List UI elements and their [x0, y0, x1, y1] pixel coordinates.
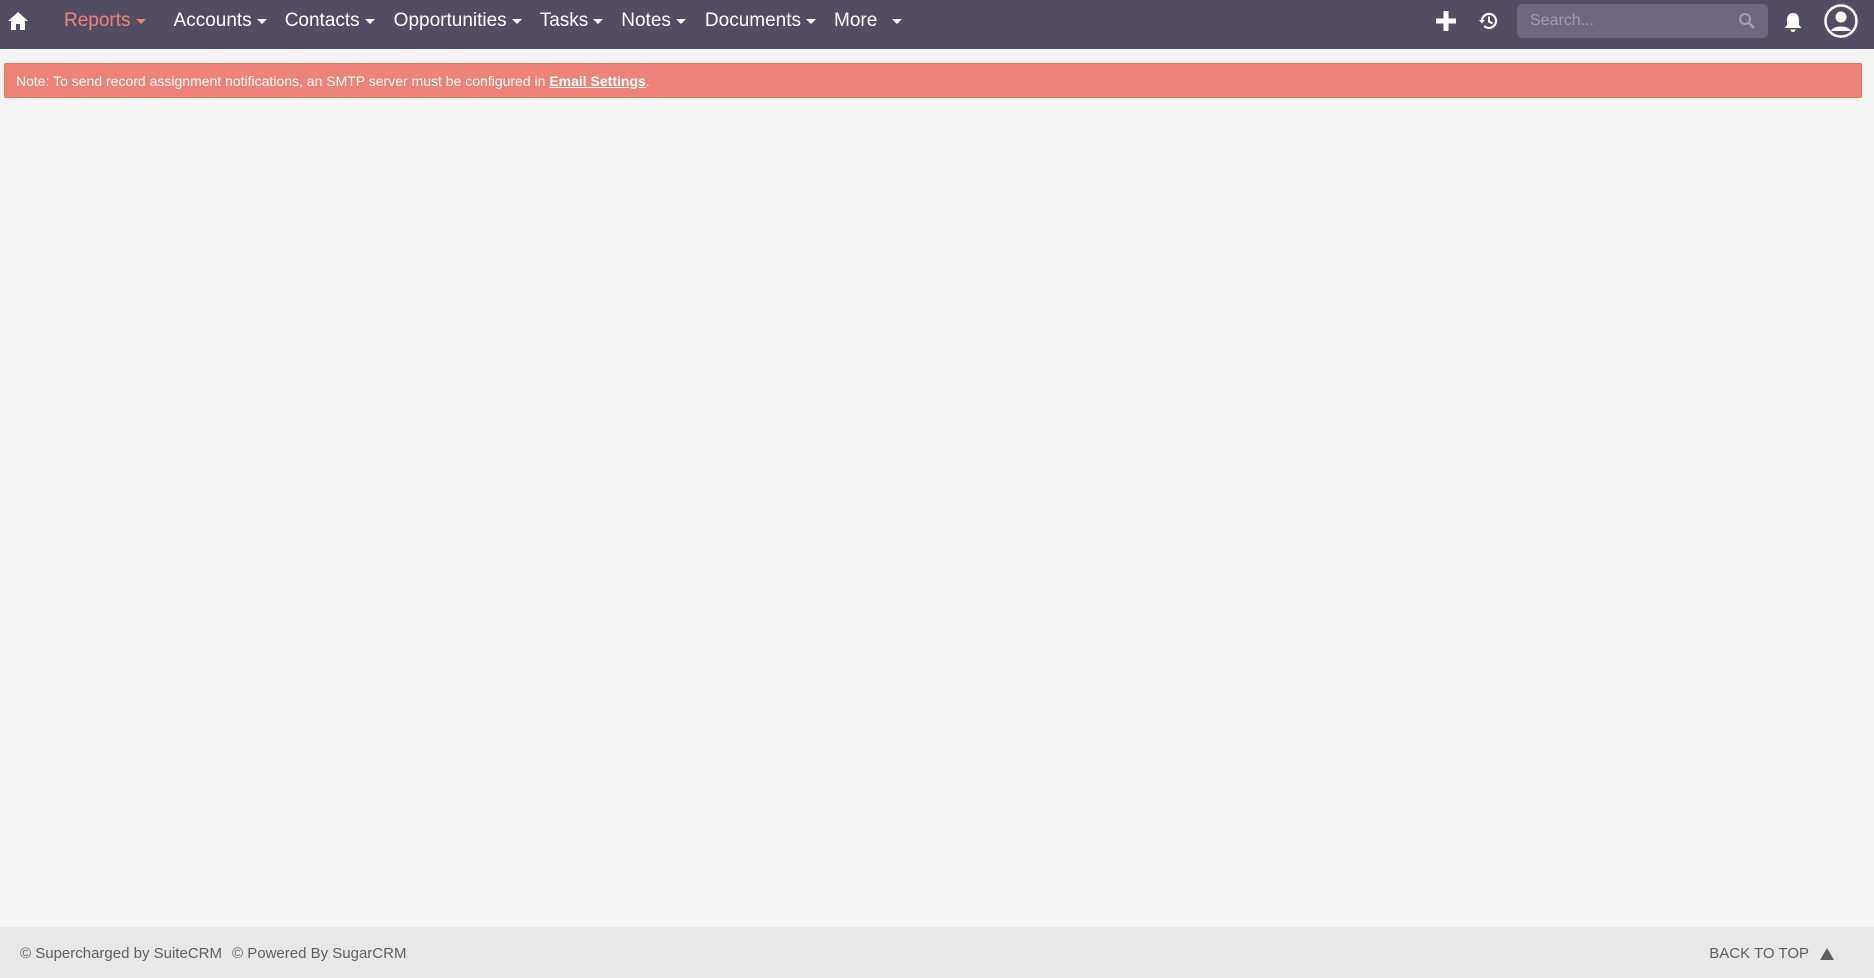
user-circle-icon — [1824, 4, 1858, 38]
user-profile-button[interactable] — [1823, 3, 1859, 39]
nav-item-label: Documents — [704, 9, 802, 31]
back-to-top-button[interactable]: BACK TO TOP — [1709, 945, 1834, 962]
alert-message: Note: To send record assignment notifica… — [16, 72, 550, 89]
module-menu: Reports Accounts Contacts Opportunities … — [64, 0, 903, 41]
nav-item-notes[interactable]: Notes — [621, 0, 686, 41]
nav-item-opportunities[interactable]: Opportunities — [394, 0, 522, 41]
alert-text: Note: To send record assignment notifica… — [16, 73, 650, 89]
plus-icon — [1436, 11, 1456, 31]
nav-item-label: Notes — [621, 9, 671, 31]
global-search — [1517, 4, 1768, 38]
chevron-down-icon — [135, 19, 146, 24]
chevron-down-icon — [256, 19, 267, 24]
home-button[interactable] — [5, 8, 31, 34]
powered-by-sugarcrm-link[interactable]: © Powered By SugarCRM — [232, 945, 406, 962]
nav-item-documents[interactable]: Documents — [704, 0, 817, 41]
nav-item-tasks[interactable]: Tasks — [540, 0, 604, 41]
chevron-down-icon — [364, 19, 375, 24]
arrow-up-icon — [1820, 947, 1834, 960]
chevron-down-icon — [675, 19, 686, 24]
nav-item-label: More — [834, 9, 878, 31]
chevron-down-icon — [511, 19, 522, 24]
nav-item-label: Opportunities — [393, 9, 507, 31]
nav-item-label: Contacts — [284, 9, 360, 31]
supercharged-by-suitecrm-link[interactable]: © Supercharged by SuiteCRM — [20, 945, 222, 962]
alert-suffix: . — [645, 72, 650, 89]
chevron-down-icon — [806, 19, 817, 24]
nav-item-more[interactable]: More — [834, 0, 903, 41]
smtp-warning-alert: Note: To send record assignment notifica… — [4, 63, 1862, 98]
chevron-down-icon — [593, 19, 604, 24]
bell-icon — [1784, 13, 1802, 32]
search-button[interactable] — [1738, 12, 1756, 30]
history-icon — [1479, 12, 1498, 29]
page-footer: © Supercharged by SuiteCRM © Powered By … — [0, 927, 1874, 978]
home-icon — [8, 12, 28, 30]
notifications-button[interactable] — [1780, 9, 1806, 35]
search-input[interactable] — [1517, 4, 1727, 38]
email-settings-link[interactable]: Email Settings — [549, 73, 645, 89]
nav-item-label: Tasks — [539, 9, 589, 31]
create-button[interactable] — [1433, 8, 1459, 34]
nav-item-label: Accounts — [173, 9, 252, 31]
chevron-down-icon — [892, 19, 903, 24]
nav-item-label: Reports — [64, 9, 131, 31]
search-icon — [1739, 13, 1755, 29]
nav-item-contacts[interactable]: Contacts — [285, 0, 375, 41]
nav-item-reports[interactable]: Reports — [64, 0, 146, 41]
recently-viewed-button[interactable] — [1476, 8, 1502, 34]
back-to-top-label: BACK TO TOP — [1709, 945, 1809, 962]
top-navbar: Reports Accounts Contacts Opportunities … — [0, 0, 1874, 49]
nav-item-accounts[interactable]: Accounts — [174, 0, 267, 41]
